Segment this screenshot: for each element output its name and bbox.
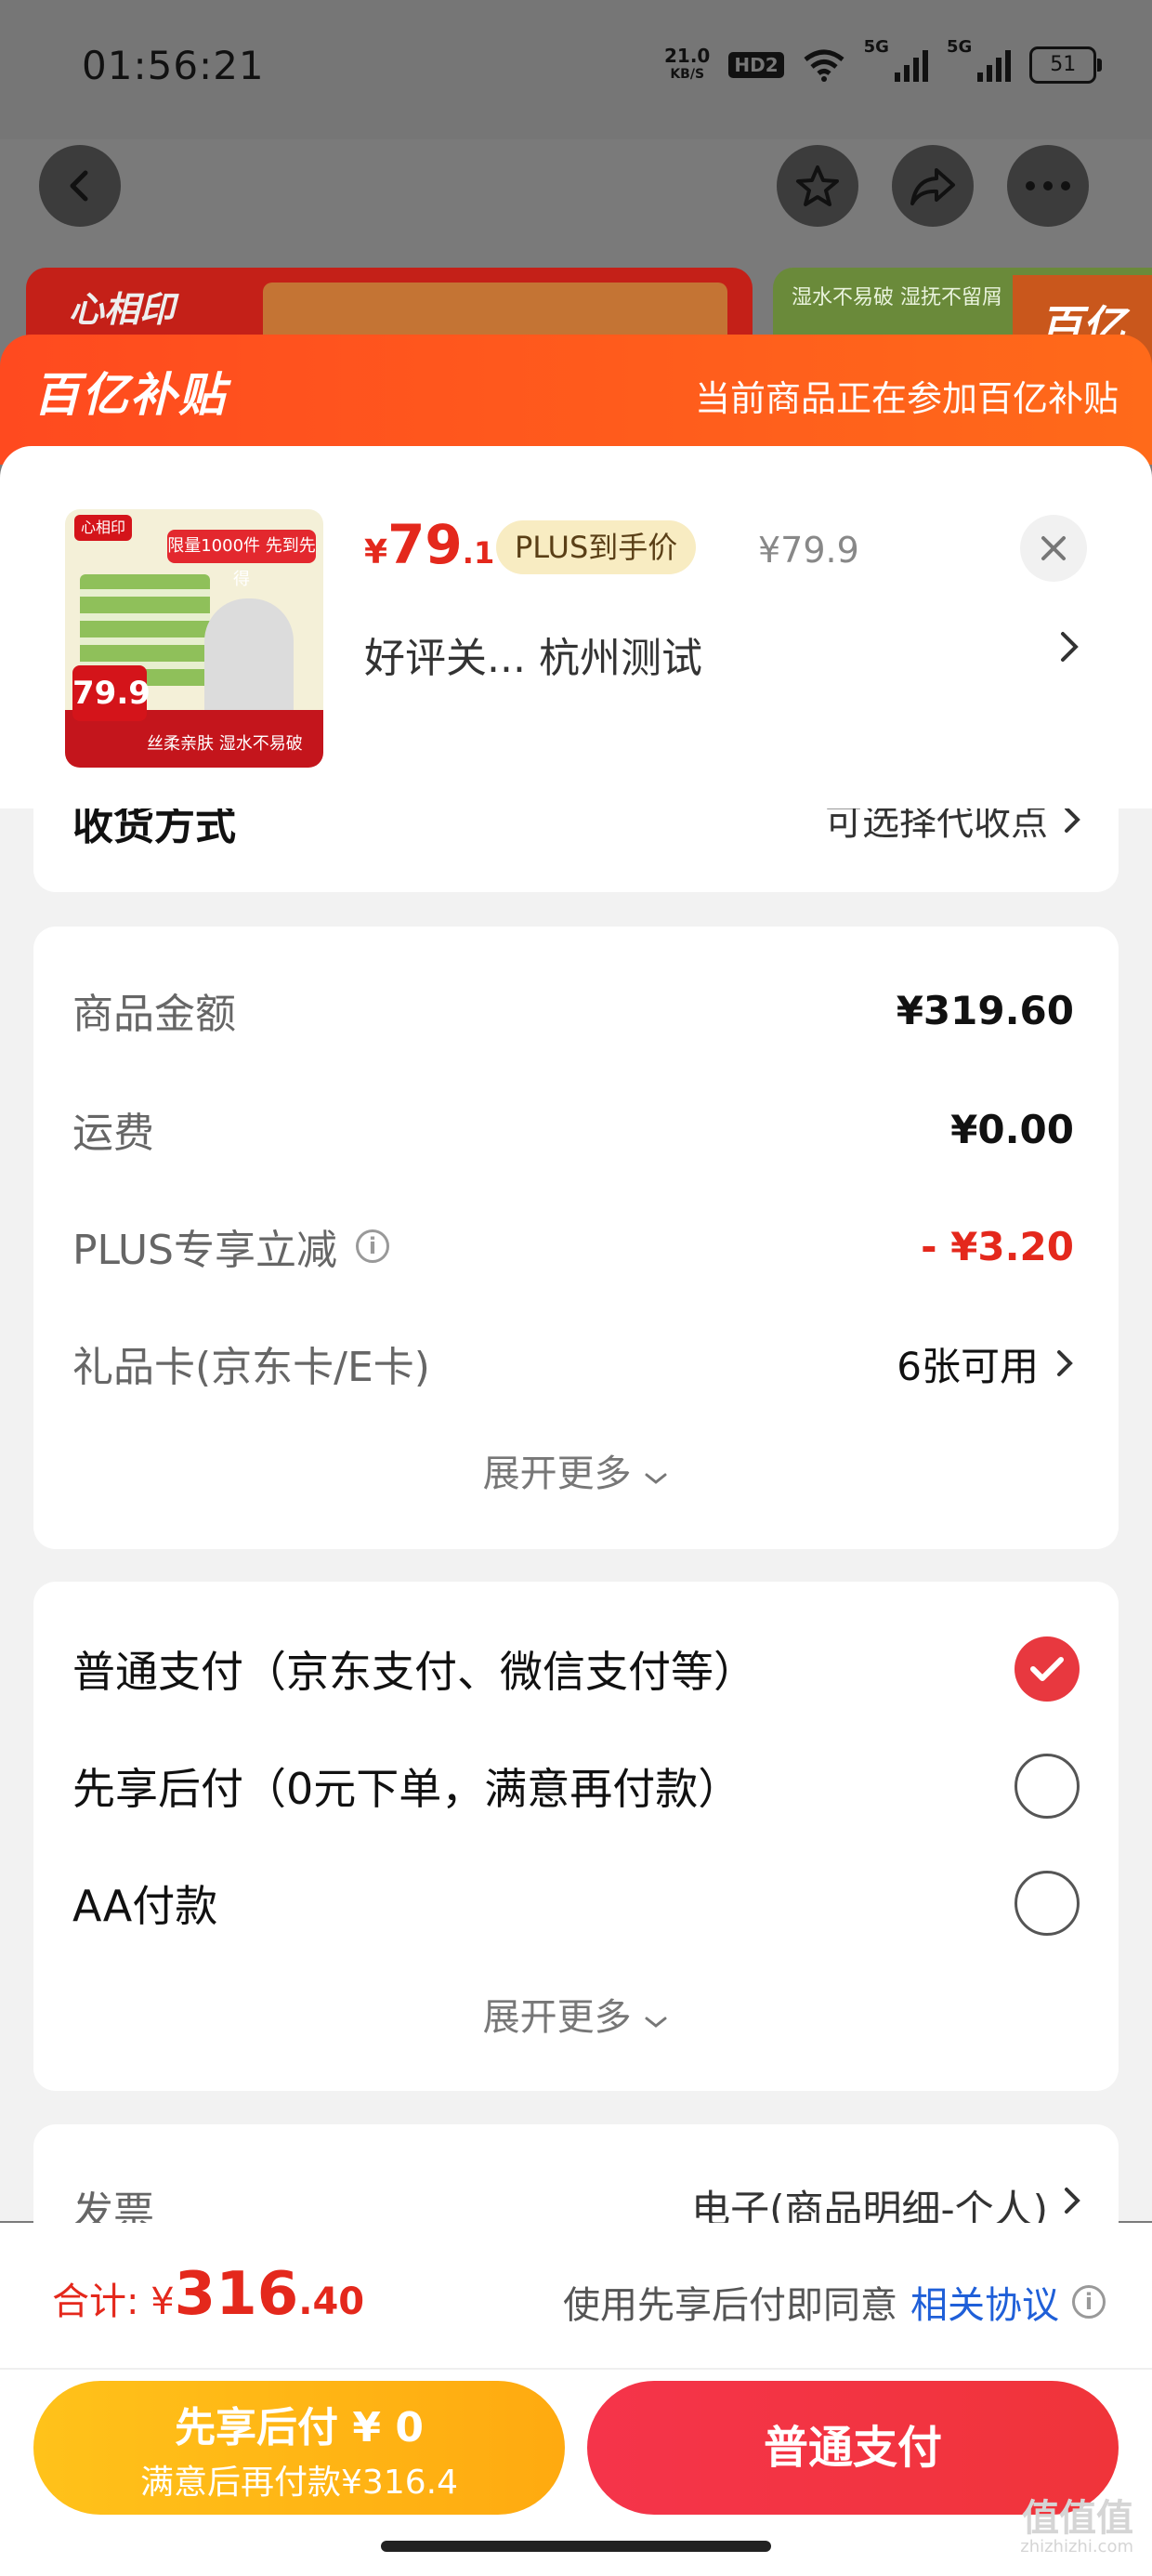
- order-total: 合计: ¥316.40: [52, 2260, 365, 2329]
- signal-2-label: 5G: [946, 37, 973, 57]
- share-button[interactable]: [892, 145, 974, 227]
- more-dots-icon: [1026, 181, 1070, 191]
- plus-price-badge: PLUS到手价: [496, 520, 697, 574]
- banner-tag: 湿水不易破 湿抚不留屑: [792, 286, 1002, 309]
- thumb-price-tag: 79.9: [72, 665, 151, 721]
- checkmark-icon: [1030, 1657, 1064, 1681]
- thumb-brand: 心相印: [74, 515, 132, 541]
- pay-later-button[interactable]: 先享后付 ¥ 0 满意后再付款¥316.4: [33, 2381, 565, 2515]
- status-icons: 21.0 KB/S HD2 5G 5G 51: [664, 37, 1103, 93]
- radio-unchecked[interactable]: [1015, 1754, 1080, 1819]
- signal-1-label: 5G: [863, 37, 889, 57]
- chevron-down-icon: [645, 2017, 667, 2028]
- agreement-note: 使用先享后付即同意 相关协议 i: [563, 2275, 1106, 2329]
- divider: [0, 2368, 1152, 2370]
- signal-1-icon: [894, 48, 928, 82]
- chevron-down-icon: [645, 1473, 667, 1484]
- normal-pay-button[interactable]: 普通支付: [587, 2381, 1119, 2515]
- info-icon[interactable]: i: [356, 1229, 389, 1263]
- thumb-slogan: 丝柔亲肤 湿水不易破: [147, 734, 303, 754]
- delivery-value: 可选择代收点: [825, 808, 1048, 844]
- chevron-right-icon: [1063, 2186, 1081, 2219]
- expand-more-button[interactable]: 展开更多: [33, 1443, 1119, 1497]
- chevron-left-icon: [70, 170, 88, 202]
- cost-row-gift-card[interactable]: 礼品卡(京东卡/E卡) 6张可用: [72, 1335, 1074, 1391]
- network-speed: 21.0 KB/S: [664, 45, 711, 82]
- original-price: ¥79.9: [758, 530, 859, 571]
- battery-icon: 51: [1029, 46, 1103, 84]
- product-subtitle[interactable]: 好评关... 杭州测试: [364, 624, 702, 684]
- delivery-label: 收货方式: [72, 808, 236, 849]
- cost-row-shipping: 运费 ¥0.00: [72, 1106, 1074, 1158]
- expand-more-button[interactable]: 展开更多: [33, 1987, 1119, 2041]
- payment-method-card: 普通支付（京东支付、微信支付等） 先享后付（0元下单，满意再付款） AA付款 展…: [33, 1582, 1119, 2091]
- signal-2-icon: [977, 48, 1012, 82]
- share-icon: [910, 168, 955, 205]
- radio-unchecked[interactable]: [1015, 1871, 1080, 1936]
- back-button[interactable]: [39, 145, 121, 227]
- watermark: 值值值 zhizhizhi.com: [1020, 2497, 1133, 2556]
- chevron-right-icon[interactable]: [1059, 630, 1080, 667]
- subsidy-logo: 百亿补贴: [33, 368, 227, 422]
- product-price: ¥79.1: [364, 513, 495, 576]
- star-icon: [796, 165, 839, 206]
- payment-option-aa[interactable]: AA付款: [72, 1870, 1080, 1937]
- delivery-card[interactable]: 收货方式 可选择代收点: [33, 808, 1119, 892]
- home-indicator[interactable]: [381, 2541, 771, 2552]
- chevron-right-icon: [1063, 808, 1081, 838]
- agreement-link[interactable]: 相关协议: [910, 2275, 1059, 2329]
- favorite-button[interactable]: [777, 145, 858, 227]
- invoice-card[interactable]: 发票 电子(商品明细-个人): [33, 2124, 1119, 2236]
- cost-row-goods: 商品金额 ¥319.60: [72, 987, 1074, 1039]
- info-icon[interactable]: i: [1072, 2285, 1106, 2319]
- close-button[interactable]: [1020, 515, 1087, 582]
- subsidy-note: 当前商品正在参加百亿补贴: [694, 378, 1119, 419]
- wifi-icon: [804, 49, 844, 82]
- endorser-image: [204, 598, 294, 719]
- payment-option-normal[interactable]: 普通支付（京东支付、微信支付等）: [72, 1636, 1080, 1702]
- hd-icon: HD2: [728, 52, 784, 78]
- close-icon: [1041, 536, 1066, 560]
- cost-summary-card: 商品金额 ¥319.60 运费 ¥0.00 PLUS专享立减 i - ¥3.20 …: [33, 927, 1119, 1549]
- more-button[interactable]: [1007, 145, 1089, 227]
- status-time: 01:56:21: [82, 43, 265, 88]
- cost-row-plus-discount: PLUS专享立减 i - ¥3.20: [72, 1223, 1074, 1275]
- brand-logo: 心相印: [69, 289, 176, 330]
- thumb-promo: 限量1000件 先到先得: [167, 530, 316, 589]
- radio-checked[interactable]: [1015, 1636, 1080, 1702]
- product-thumbnail[interactable]: 心相印 限量1000件 先到先得 79.9 丝柔亲肤 湿水不易破: [65, 509, 323, 768]
- payment-option-pay-later[interactable]: 先享后付（0元下单，满意再付款）: [72, 1753, 1080, 1820]
- chevron-right-icon: [1057, 1350, 1073, 1376]
